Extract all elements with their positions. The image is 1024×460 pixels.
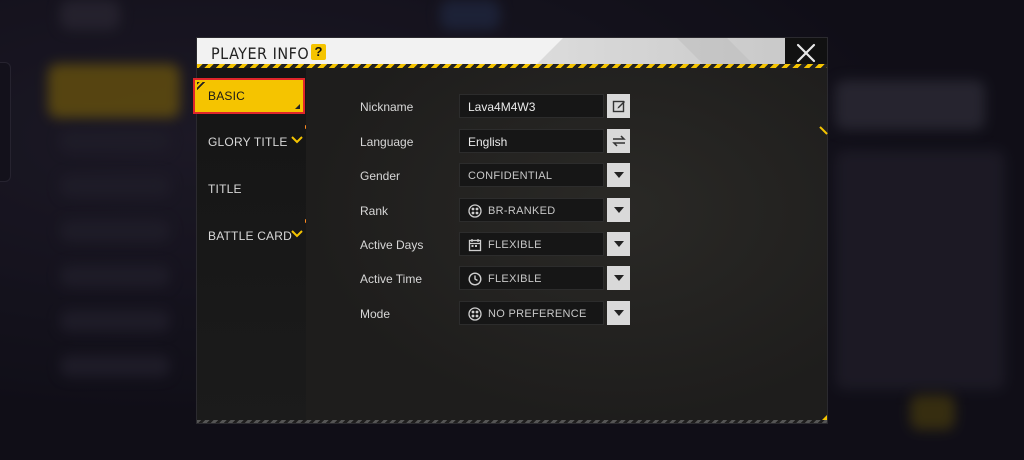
- basic-info-panel: Nickname Lava4M4W3 Language English Gend…: [306, 68, 828, 423]
- close-button[interactable]: [785, 38, 827, 68]
- mode-select[interactable]: NO PREFERENCE: [459, 301, 604, 325]
- rank-label: Rank: [360, 204, 389, 218]
- swap-icon: [611, 135, 626, 147]
- clock-icon: [468, 272, 482, 286]
- edit-icon: [612, 100, 625, 113]
- nickname-label: Nickname: [360, 100, 414, 114]
- chevron-down-icon: [291, 230, 303, 238]
- edit-nickname-button[interactable]: [607, 94, 630, 118]
- help-icon[interactable]: ?: [311, 44, 326, 60]
- mode-row: Mode NO PREFERENCE: [306, 301, 827, 327]
- language-field: English: [459, 129, 604, 153]
- mode-value: NO PREFERENCE: [488, 308, 587, 320]
- gender-select[interactable]: CONFIDENTIAL: [459, 163, 604, 187]
- active-time-row: Active Time FLEXIBLE: [306, 266, 827, 292]
- language-row: Language English: [306, 129, 827, 155]
- gender-dropdown-button[interactable]: [607, 163, 630, 187]
- language-label: Language: [360, 135, 414, 149]
- rank-icon: [468, 204, 482, 218]
- nickname-value: Lava4M4W3: [468, 100, 536, 114]
- active-time-select[interactable]: FLEXIBLE: [459, 266, 604, 290]
- active-time-value: FLEXIBLE: [488, 273, 542, 285]
- calendar-icon: [468, 239, 482, 252]
- dialog-title: PLAYER INFO: [211, 44, 310, 63]
- active-time-dropdown-button[interactable]: [607, 266, 630, 290]
- mode-label: Mode: [360, 307, 391, 321]
- bottom-stripe: [197, 420, 827, 423]
- dropdown-icon: [613, 207, 624, 213]
- active-days-dropdown-button[interactable]: [607, 232, 630, 256]
- tab-label: TITLE: [208, 182, 242, 196]
- chevron-down-icon: [291, 136, 303, 144]
- dialog-header: PLAYER INFO ?: [197, 38, 785, 68]
- tab-label: BASIC: [208, 89, 246, 103]
- player-info-dialog: PLAYER INFO ? BASIC GLORY TITLE TITLE BA…: [195, 38, 828, 423]
- active-days-row: Active Days FLEXIBLE: [306, 232, 827, 258]
- dropdown-icon: [613, 275, 624, 281]
- gender-value: CONFIDENTIAL: [468, 170, 553, 182]
- tab-basic[interactable]: BASIC: [195, 80, 303, 112]
- tab-label: BATTLE CARD: [208, 229, 292, 243]
- active-days-value: FLEXIBLE: [488, 239, 542, 251]
- rank-dropdown-button[interactable]: [607, 198, 630, 222]
- tab-glory-title[interactable]: GLORY TITLE: [197, 124, 309, 160]
- rank-value: BR-RANKED: [488, 205, 556, 217]
- nickname-field[interactable]: Lava4M4W3: [459, 94, 604, 118]
- close-icon: [796, 43, 816, 63]
- active-days-label: Active Days: [360, 238, 424, 252]
- gender-row: Gender CONFIDENTIAL: [306, 163, 827, 189]
- change-language-button[interactable]: [607, 129, 630, 153]
- nickname-row: Nickname Lava4M4W3: [306, 94, 827, 120]
- active-time-label: Active Time: [360, 272, 423, 286]
- language-value: English: [468, 135, 508, 149]
- active-days-select[interactable]: FLEXIBLE: [459, 232, 604, 256]
- dropdown-icon: [613, 172, 624, 178]
- tab-battle-card[interactable]: BATTLE CARD: [197, 218, 309, 254]
- tab-label: GLORY TITLE: [208, 135, 288, 149]
- gender-label: Gender: [360, 169, 401, 183]
- dropdown-icon: [613, 241, 624, 247]
- dropdown-icon: [613, 310, 624, 316]
- mode-dropdown-button[interactable]: [607, 301, 630, 325]
- tab-title[interactable]: TITLE: [197, 171, 306, 207]
- rank-select[interactable]: BR-RANKED: [459, 198, 604, 222]
- tab-sidebar: BASIC GLORY TITLE TITLE BATTLE CARD: [195, 68, 309, 423]
- rank-row: Rank BR-RANKED: [306, 198, 827, 224]
- mode-icon: [468, 307, 482, 321]
